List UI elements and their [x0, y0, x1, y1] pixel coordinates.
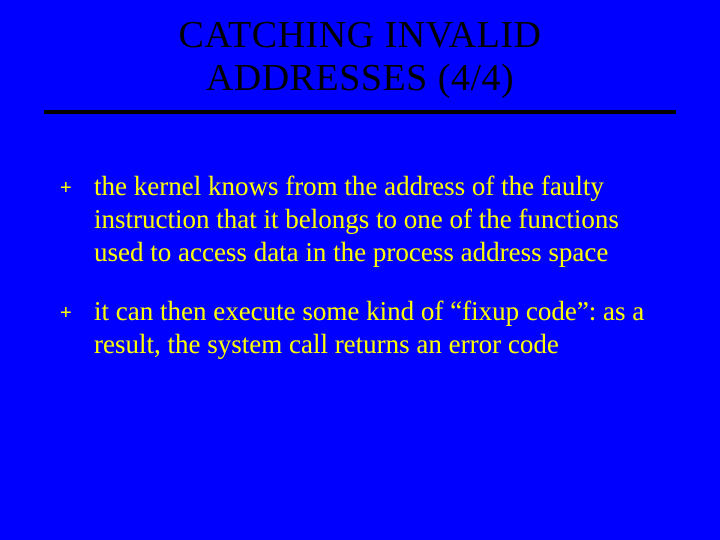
slide-title: CATCHING INVALID ADDRESSES (4/4) — [0, 0, 720, 99]
title-line-2: ADDRESSES (4/4) — [206, 57, 514, 99]
bullet-item: + it can then execute some kind of “fixu… — [60, 295, 670, 361]
bullet-text: the kernel knows from the address of the… — [94, 170, 670, 269]
bullet-text: it can then execute some kind of “fixup … — [94, 295, 670, 361]
content-area: + the kernel knows from the address of t… — [60, 170, 670, 387]
slide: CATCHING INVALID ADDRESSES (4/4) + the k… — [0, 0, 720, 540]
title-underline — [44, 110, 676, 114]
plus-icon: + — [60, 170, 94, 204]
plus-icon: + — [60, 295, 94, 329]
bullet-item: + the kernel knows from the address of t… — [60, 170, 670, 269]
title-line-1: CATCHING INVALID — [178, 14, 541, 56]
